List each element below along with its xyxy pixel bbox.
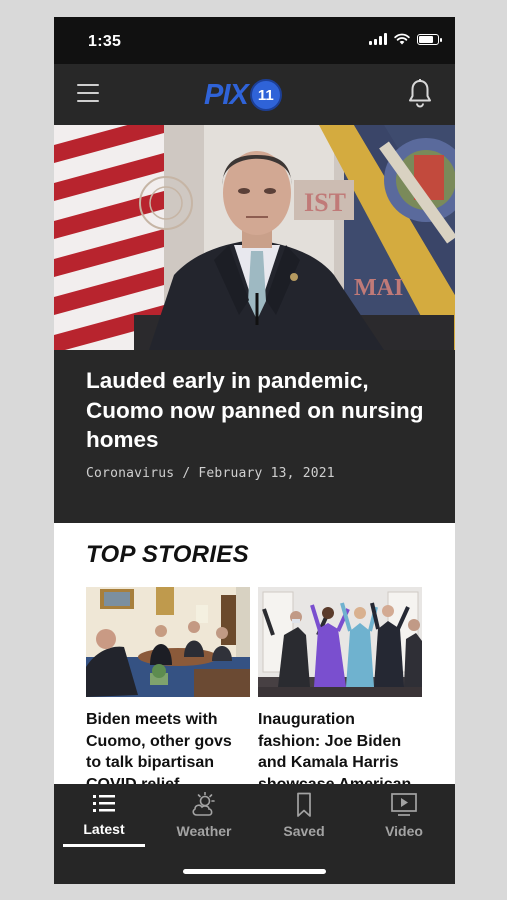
svg-text:IST: IST <box>304 188 346 217</box>
story-thumbnail-inauguration[interactable] <box>258 587 422 697</box>
notifications-bell-icon[interactable] <box>407 78 433 108</box>
story-headline[interactable]: Biden meets with Cuomo, other govs to ta… <box>86 709 248 795</box>
video-icon <box>391 793 417 816</box>
tab-video[interactable]: Video <box>354 784 454 848</box>
bottom-tab-bar: Latest Weather Saved Video <box>54 784 455 884</box>
status-time: 1:35 <box>88 33 122 50</box>
tab-saved[interactable]: Saved <box>254 784 354 848</box>
svg-text:MAI: MAI <box>354 275 403 301</box>
story-thumbnail-biden-meeting[interactable] <box>86 587 250 697</box>
signal-icon <box>369 33 387 45</box>
pix11-logo[interactable]: PIX 11 <box>204 75 305 115</box>
bookmark-icon <box>297 792 311 817</box>
hero-image-governor-briefing[interactable]: IST MAI <box>54 125 455 350</box>
story-card[interactable]: Inauguration fashion: Joe Biden and Kama… <box>258 587 422 817</box>
hero-meta: Coronavirus / February 13, 2021 <box>86 466 335 481</box>
top-stories-heading: TOP STORIES <box>86 541 249 568</box>
logo-text: PIX <box>204 78 249 111</box>
app-header: PIX 11 <box>54 64 455 125</box>
active-tab-indicator <box>63 844 145 847</box>
home-indicator[interactable] <box>183 869 326 874</box>
tab-latest[interactable]: Latest <box>54 784 154 848</box>
tab-label: Latest <box>83 821 125 837</box>
status-icons <box>369 33 442 45</box>
hero-story[interactable]: IST MAI Lauded early in pandemic, Cuomo … <box>54 125 455 523</box>
hero-headline[interactable]: Lauded early in pandemic, Cuomo now pann… <box>86 366 431 455</box>
tab-label: Saved <box>283 823 325 839</box>
tab-label: Video <box>385 823 423 839</box>
battery-level <box>419 35 433 43</box>
weather-icon <box>192 792 215 816</box>
phone-screen: 1:35 PIX 11 IST MAI Lauded early in pand… <box>54 17 455 884</box>
battery-icon <box>417 33 442 45</box>
logo-badge: 11 <box>249 79 282 111</box>
list-icon <box>93 795 115 812</box>
menu-icon[interactable] <box>77 84 99 102</box>
wifi-icon <box>394 33 410 45</box>
tab-label: Weather <box>176 823 232 839</box>
tab-weather[interactable]: Weather <box>154 784 254 848</box>
status-bar: 1:35 <box>54 17 455 64</box>
story-card[interactable]: Biden meets with Cuomo, other govs to ta… <box>86 587 250 795</box>
